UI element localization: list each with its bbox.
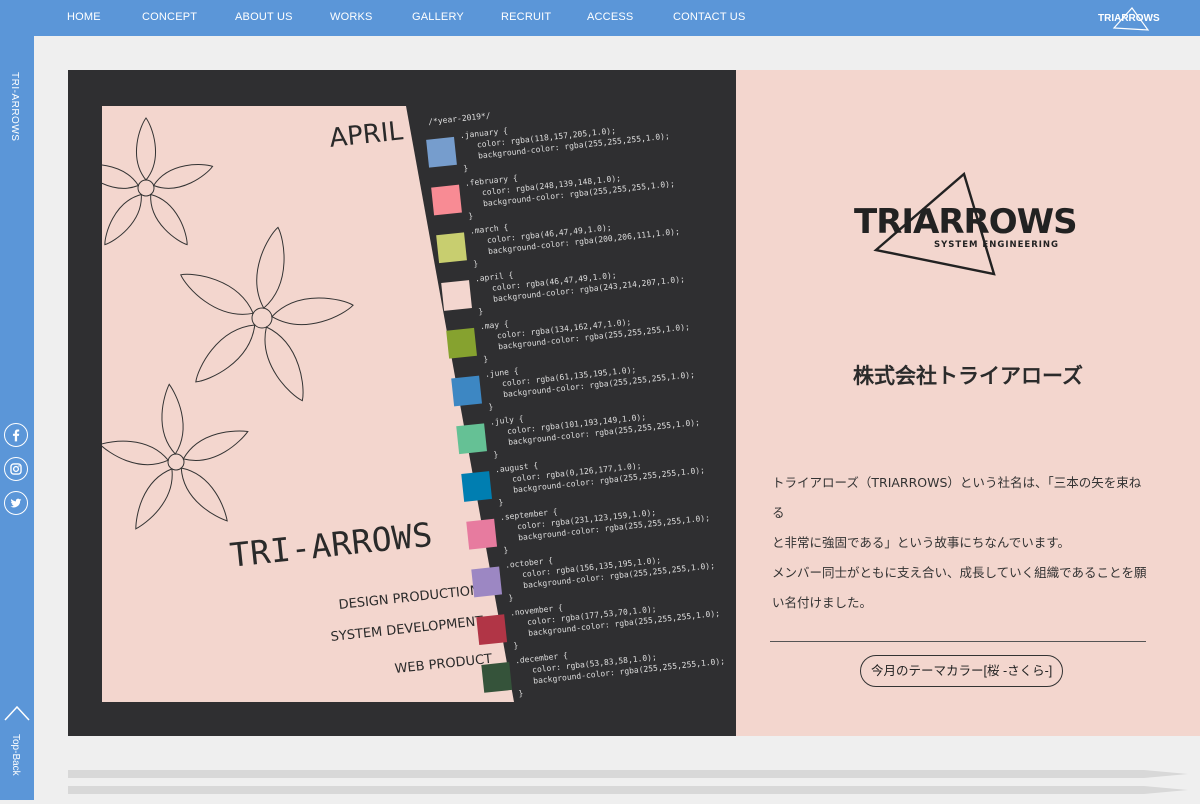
top-navigation: HOME CONCEPT ABOUT US WORKS GALLERY RECR… bbox=[0, 0, 1200, 36]
logo-main-text: TRIARROWS bbox=[854, 202, 1078, 242]
color-swatch bbox=[461, 471, 493, 502]
nav-about-us[interactable]: ABOUT US bbox=[235, 11, 293, 23]
code-line: } bbox=[467, 211, 474, 221]
color-swatch bbox=[466, 518, 498, 550]
company-name: 株式会社トライアローズ bbox=[853, 364, 1083, 388]
twitter-icon[interactable] bbox=[4, 491, 28, 515]
color-swatch bbox=[476, 614, 508, 646]
color-swatch bbox=[446, 327, 477, 359]
nav-recruit[interactable]: RECRUIT bbox=[501, 11, 551, 23]
code-line: } bbox=[472, 259, 479, 269]
nav-logo-text: TRIARROWS bbox=[1098, 13, 1160, 24]
code-header: /*year-2019*/ bbox=[427, 110, 492, 127]
section-divider-decoration bbox=[68, 766, 1188, 800]
about-panel: TRIARROWS SYSTEM ENGINEERING 株式会社トライアローズ… bbox=[736, 70, 1200, 736]
code-line: } bbox=[518, 688, 524, 699]
nav-logo[interactable]: TRIARROWS bbox=[1096, 6, 1160, 32]
nav-access[interactable]: ACCESS bbox=[587, 11, 633, 23]
code-line: } bbox=[482, 354, 489, 365]
hero-visual: APRIL TRI-ARROWS DESIGN PRODUCTION SYSTE… bbox=[68, 70, 736, 736]
description-line-1: トライアローズ（TRIARROWS）という社名は、「三本の矢を束ねる bbox=[772, 475, 1142, 520]
color-swatch bbox=[471, 566, 503, 598]
color-swatch bbox=[436, 232, 467, 264]
code-line: } bbox=[497, 497, 504, 508]
sidebar: TRI-ARROWS Top-Back bbox=[0, 0, 34, 800]
company-description: トライアローズ（TRIARROWS）という社名は、「三本の矢を束ねる と非常に強… bbox=[772, 468, 1152, 618]
description-line-2: と非常に強固である」という故事にちなんでいます。 bbox=[772, 535, 1071, 550]
code-line: } bbox=[492, 450, 499, 460]
code-line: } bbox=[477, 306, 484, 317]
color-swatch bbox=[456, 423, 488, 455]
color-swatch bbox=[441, 280, 472, 311]
nav-works[interactable]: WORKS bbox=[330, 11, 373, 23]
color-swatch bbox=[451, 375, 482, 407]
divider bbox=[770, 641, 1146, 642]
description-line-4: い名付けました。 bbox=[772, 595, 873, 610]
top-back-link[interactable]: Top-Back bbox=[10, 734, 21, 776]
nav-contact-us[interactable]: CONTACT US bbox=[673, 11, 746, 23]
description-line-3: メンバー同士がともに支え合い、成長していく組織であることを願 bbox=[772, 565, 1147, 580]
color-swatch bbox=[481, 662, 513, 693]
color-swatch bbox=[426, 136, 457, 168]
code-line: } bbox=[508, 593, 514, 603]
sidebar-title: TRI-ARROWS bbox=[9, 72, 20, 142]
code-line: } bbox=[487, 402, 494, 412]
nav-concept[interactable]: CONCEPT bbox=[142, 11, 197, 23]
top-back-arrow-icon[interactable] bbox=[3, 702, 31, 722]
logo-sub-text: SYSTEM ENGINEERING bbox=[934, 240, 1060, 250]
color-swatch bbox=[431, 184, 462, 216]
facebook-icon[interactable] bbox=[4, 423, 28, 447]
nav-gallery[interactable]: GALLERY bbox=[412, 11, 464, 23]
code-line: } bbox=[462, 163, 469, 174]
code-line: } bbox=[503, 545, 509, 555]
code-line: } bbox=[513, 640, 519, 651]
nav-home[interactable]: HOME bbox=[67, 11, 101, 23]
instagram-icon[interactable] bbox=[4, 457, 28, 481]
theme-color-button[interactable]: 今月のテーマカラー[桜 -さくら-] bbox=[860, 655, 1064, 687]
triarrows-logo: TRIARROWS SYSTEM ENGINEERING bbox=[854, 170, 1078, 278]
